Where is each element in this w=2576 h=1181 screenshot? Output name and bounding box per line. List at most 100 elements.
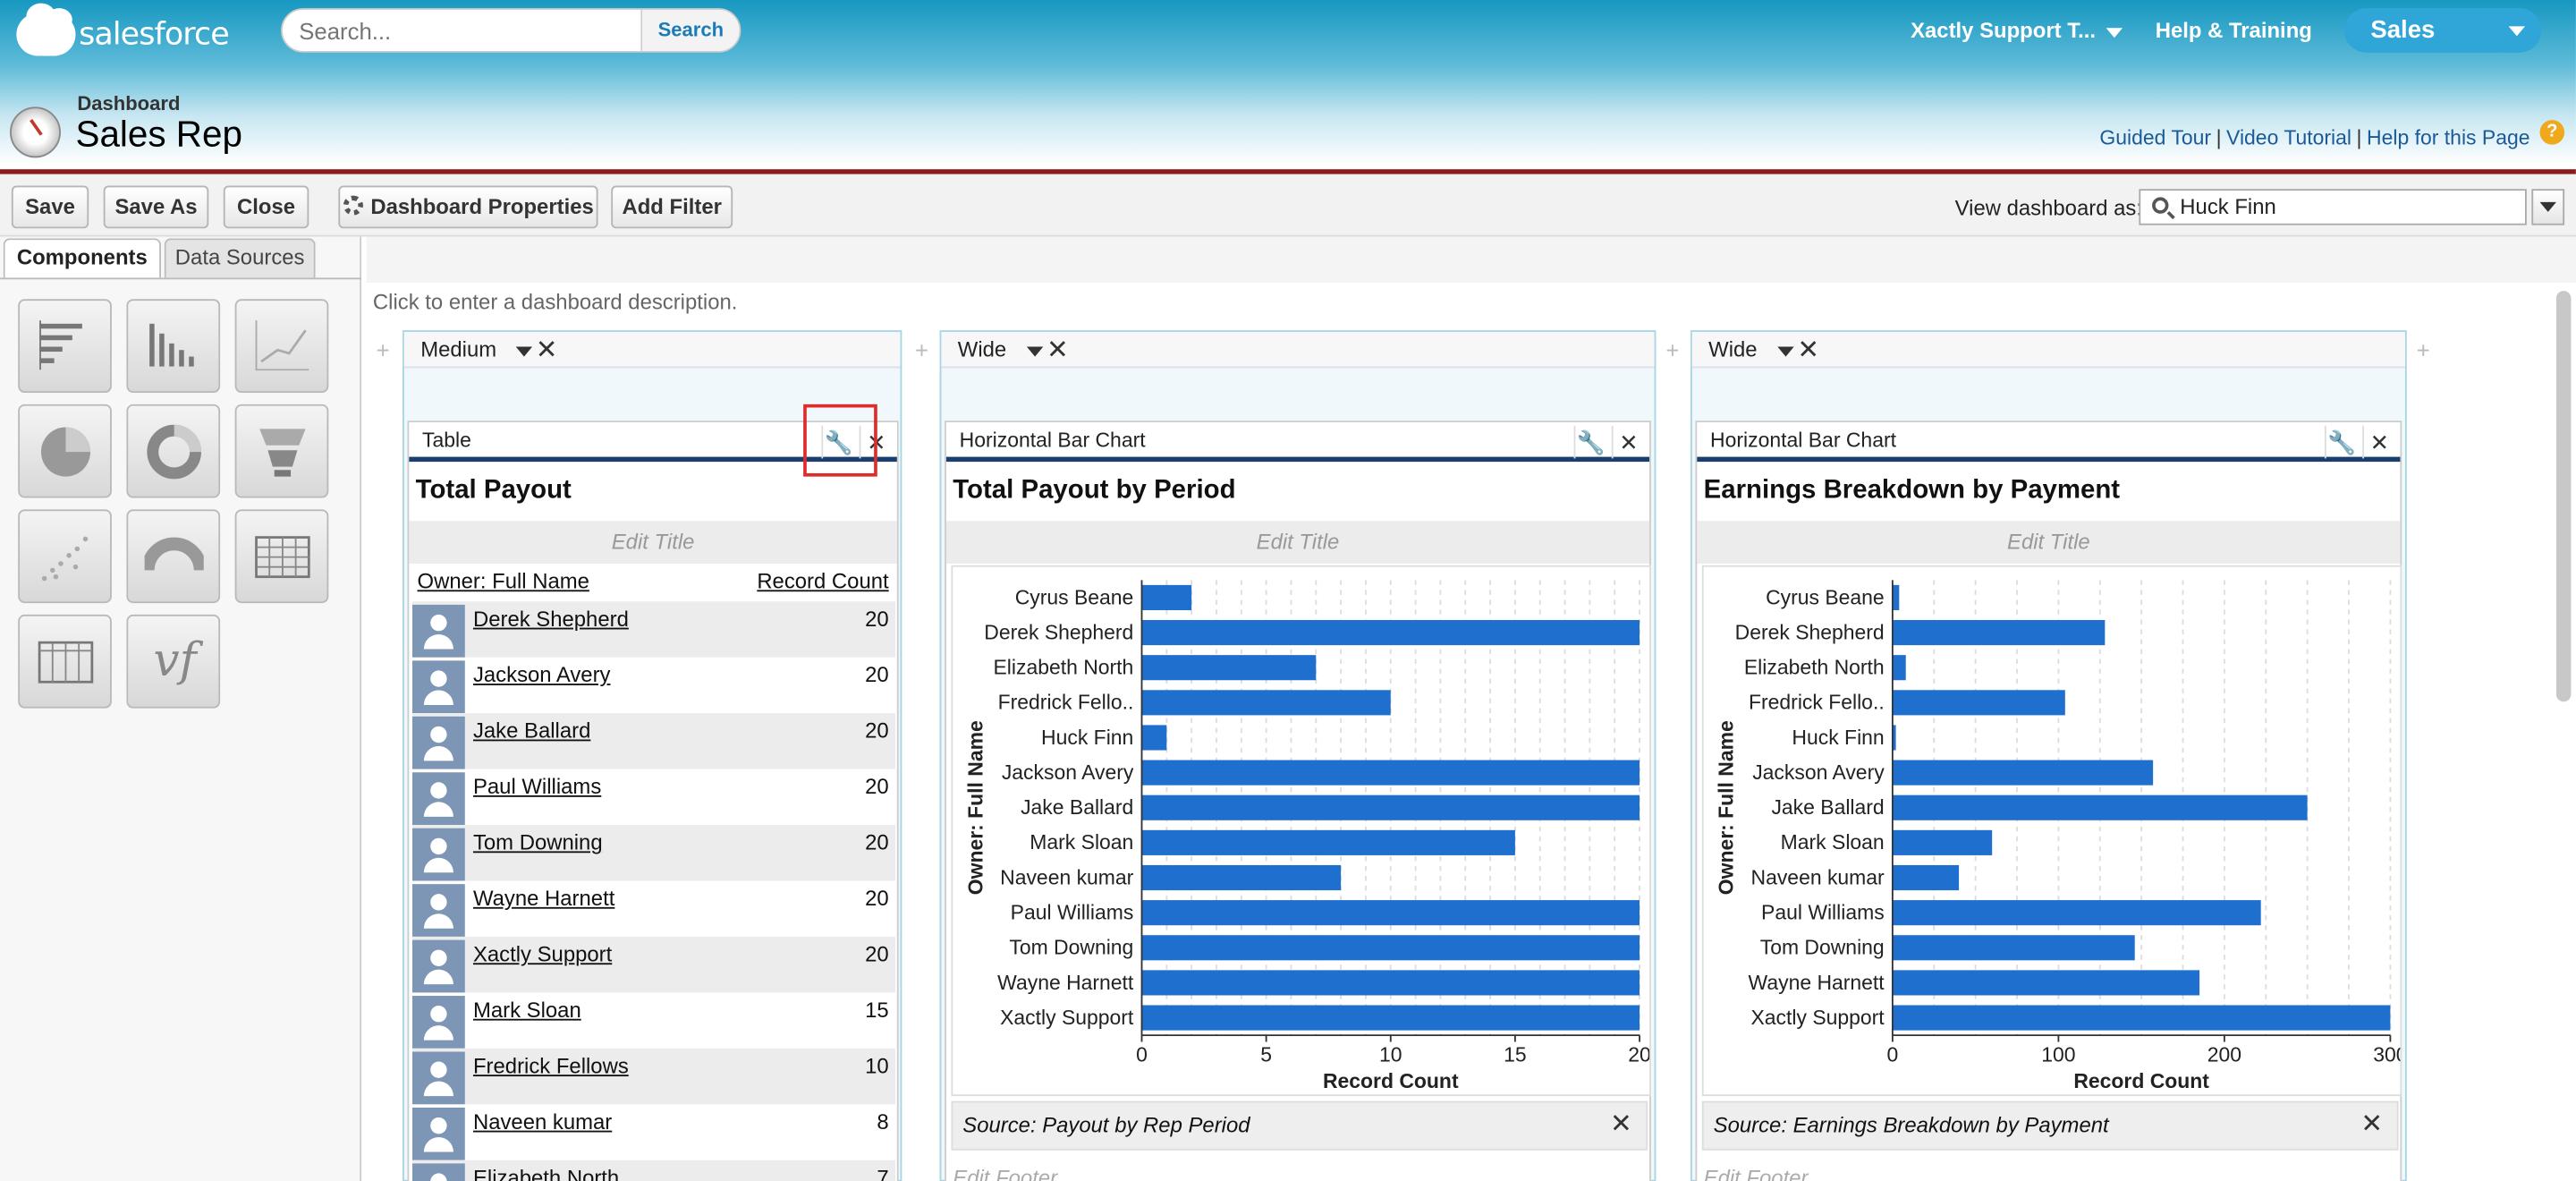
close-icon[interactable]: ✕: [1610, 1102, 1632, 1148]
add-column-icon[interactable]: +: [2417, 337, 2430, 363]
user-avatar-icon: [412, 660, 465, 714]
owner-name-link[interactable]: Fredrick Fellows: [473, 1053, 629, 1078]
link-separator: |: [2216, 126, 2222, 150]
search-button[interactable]: Search: [640, 10, 740, 51]
search-input[interactable]: [299, 16, 636, 47]
owner-name-link[interactable]: Jake Ballard: [473, 718, 590, 743]
column-width-selector[interactable]: Wide ✕: [1691, 332, 2405, 369]
component-title: Total Payout by Period: [953, 476, 1236, 505]
user-avatar-icon: [412, 1163, 465, 1181]
close-icon[interactable]: ✕: [2360, 1102, 2383, 1148]
save-as-button[interactable]: Save As: [103, 185, 209, 229]
add-column-icon[interactable]: +: [377, 337, 390, 363]
edit-title[interactable]: Edit Title: [945, 521, 1650, 564]
user-avatar-icon: [412, 996, 465, 1049]
funnel-chart-icon[interactable]: [234, 404, 329, 498]
breadcrumb: Dashboard: [77, 91, 181, 115]
x-tick-label: 20: [1628, 1043, 1651, 1066]
record-count: 15: [865, 997, 889, 1023]
user-menu[interactable]: Xactly Support T...: [1911, 18, 2123, 43]
video-tutorial-link[interactable]: Video Tutorial: [2226, 126, 2351, 149]
pie-chart-icon[interactable]: [18, 404, 112, 498]
owner-name-link[interactable]: Xactly Support: [473, 941, 612, 966]
close-icon[interactable]: ✕: [2362, 425, 2395, 459]
save-button[interactable]: Save: [11, 185, 89, 229]
help-icon[interactable]: ?: [2539, 120, 2565, 145]
column-width-selector[interactable]: Wide ✕: [941, 332, 1655, 369]
record-count: 20: [865, 941, 889, 966]
edit-title[interactable]: Edit Title: [409, 521, 897, 564]
x-tick-label: 300: [2373, 1043, 2402, 1066]
category-label: Wayne Harnett: [1749, 971, 1885, 994]
metric-icon[interactable]: [234, 509, 329, 604]
horizontal-bar-icon[interactable]: [18, 299, 112, 393]
record-count: 20: [865, 718, 889, 743]
source-label[interactable]: Source: Payout by Rep Period: [962, 1112, 1250, 1137]
scatter-chart-icon[interactable]: [18, 509, 112, 604]
user-avatar-icon: [412, 828, 465, 881]
table-row: Mark Sloan 15: [412, 992, 895, 1049]
owner-name-link[interactable]: Mark Sloan: [473, 998, 581, 1023]
close-icon[interactable]: ✕: [536, 334, 558, 367]
dashboard-description[interactable]: Click to enter a dashboard description.: [373, 289, 737, 314]
line-chart-icon[interactable]: [234, 299, 329, 393]
visualforce-icon[interactable]: vf: [126, 614, 221, 709]
wrench-icon[interactable]: 🔧: [2324, 425, 2358, 459]
chevron-down-icon[interactable]: [1026, 346, 1044, 357]
table-icon[interactable]: [18, 614, 112, 709]
category-label: Mark Sloan: [1030, 830, 1133, 854]
edit-footer[interactable]: Edit Footer: [1704, 1165, 1809, 1181]
chevron-down-icon[interactable]: [1777, 346, 1794, 357]
canvas-scrollbar[interactable]: [2555, 291, 2572, 702]
owner-name-link[interactable]: Jackson Avery: [473, 662, 611, 687]
owner-name-link[interactable]: Wayne Harnett: [473, 886, 614, 911]
add-filter-button[interactable]: Add Filter: [611, 185, 733, 229]
donut-chart-icon[interactable]: [126, 404, 221, 498]
component-title: Earnings Breakdown by Payment: [1703, 476, 2121, 505]
close-icon[interactable]: ✕: [1611, 425, 1645, 459]
help-page-link[interactable]: Help for this Page: [2367, 126, 2529, 149]
table-row: Fredrick Fellows 10: [412, 1048, 896, 1105]
owner-name-link[interactable]: Naveen kumar: [473, 1109, 612, 1134]
chevron-down-icon[interactable]: [515, 346, 533, 357]
close-button[interactable]: Close: [223, 185, 309, 229]
tab-data-sources[interactable]: Data Sources: [164, 238, 316, 278]
add-column-icon[interactable]: +: [1665, 337, 1679, 363]
component-type: Table: [422, 429, 471, 453]
table-row: Tom Downing 20: [412, 825, 896, 881]
column-width-selector[interactable]: Medium ✕: [403, 332, 901, 369]
add-column-icon[interactable]: +: [915, 337, 928, 363]
owner-name-link[interactable]: Derek Shepherd: [473, 607, 629, 632]
column-header-owner[interactable]: Owner: Full Name: [418, 568, 589, 593]
tab-components[interactable]: Components: [3, 238, 161, 278]
components-panel: Components Data Sources vf: [0, 236, 362, 1181]
chart-component-earnings: Horizontal Bar Chart 🔧 ✕ Earnings Breakd…: [1695, 421, 2402, 1181]
x-tick-label: 0: [1136, 1043, 1148, 1066]
close-icon[interactable]: ✕: [1046, 334, 1069, 367]
column-header-record-count[interactable]: Record Count: [757, 568, 888, 593]
dashboard-properties-button[interactable]: Dashboard Properties: [338, 185, 598, 229]
help-training-link[interactable]: Help & Training: [2156, 18, 2312, 43]
edit-title[interactable]: Edit Title: [1697, 521, 2401, 564]
source-label[interactable]: Source: Earnings Breakdown by Payment: [1714, 1112, 2109, 1137]
vertical-bar-icon[interactable]: [126, 299, 221, 393]
category-label: Cyrus Beane: [1766, 585, 1885, 608]
table-row: Jake Ballard 20: [412, 713, 896, 769]
owner-name-link[interactable]: Elizabeth North: [473, 1165, 619, 1181]
owner-name-link[interactable]: Tom Downing: [473, 830, 603, 855]
salesforce-logo[interactable]: salesforce: [16, 3, 230, 56]
gauge-icon[interactable]: [126, 509, 221, 604]
toolbar: Save Save As Close Dashboard Properties …: [0, 174, 2576, 237]
owner-name-link[interactable]: Paul Williams: [473, 774, 601, 799]
view-as-dropdown[interactable]: [2531, 189, 2565, 225]
user-avatar-icon: [412, 939, 465, 993]
app-selector[interactable]: Sales: [2343, 8, 2542, 53]
x-axis-label: Record Count: [2073, 1069, 2209, 1092]
record-count: 7: [877, 1165, 889, 1181]
user-avatar-icon: [412, 884, 465, 937]
close-icon[interactable]: ✕: [1797, 334, 1819, 367]
edit-footer[interactable]: Edit Footer: [953, 1165, 1057, 1181]
wrench-icon[interactable]: 🔧: [1573, 425, 1607, 459]
guided-tour-link[interactable]: Guided Tour: [2099, 126, 2211, 149]
view-as-input[interactable]: Huck Finn: [2139, 189, 2527, 225]
